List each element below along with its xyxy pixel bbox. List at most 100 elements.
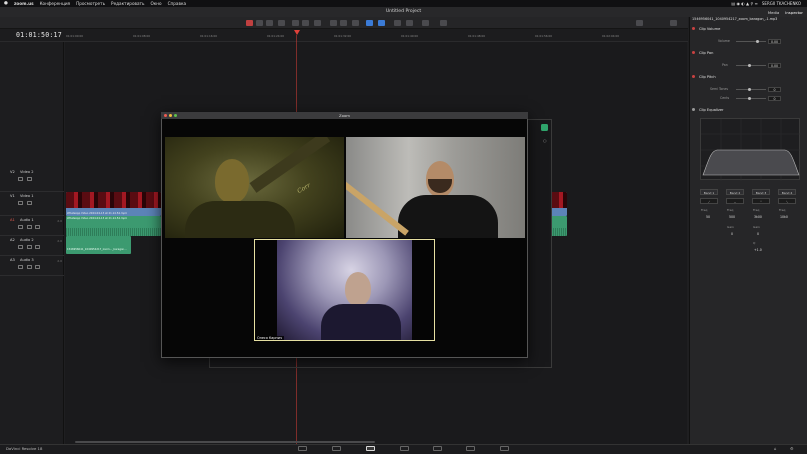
color-page-icon[interactable] [433, 446, 442, 451]
band-3-freq[interactable]: 3k00 [754, 215, 762, 219]
chat-icon[interactable] [541, 124, 548, 131]
menu-help[interactable]: Справка [168, 1, 186, 6]
eq-curve-graph[interactable] [700, 118, 801, 181]
playhead-marker[interactable] [294, 30, 300, 35]
minimize-button[interactable] [169, 114, 172, 117]
zoom-window-title[interactable]: Zoom [161, 112, 528, 119]
inspector-tab[interactable]: Inspector [785, 10, 803, 15]
monitor-icon[interactable] [27, 177, 32, 181]
band-2-gain[interactable]: 0 [731, 232, 733, 236]
audio-meter-icon[interactable] [670, 20, 677, 26]
close-button[interactable] [164, 114, 167, 117]
volume-value[interactable]: 0.00 [768, 39, 781, 44]
replace-clip-icon[interactable] [314, 20, 321, 26]
eq-band-3-button[interactable]: Band 3 [752, 189, 770, 195]
video-tile-participant-1[interactable]: Corr [165, 137, 344, 238]
band-1-freq[interactable]: 50 [706, 215, 710, 219]
timeline-scrollbar[interactable] [75, 441, 375, 443]
mute-icon[interactable] [35, 265, 40, 269]
slider-knob[interactable] [756, 40, 759, 43]
solo-icon[interactable] [27, 245, 32, 249]
semitones-slider[interactable] [736, 88, 766, 91]
video-tile-active-speaker[interactable] [254, 239, 435, 341]
track-header-v2[interactable]: V2 Video 2 [0, 168, 64, 192]
eq-band-2-type[interactable]: ⌄ [726, 198, 744, 204]
enable-dot-icon[interactable] [692, 75, 695, 78]
pan-value[interactable]: 0.00 [768, 63, 781, 68]
link-icon[interactable] [340, 20, 347, 26]
cut-page-icon[interactable] [332, 446, 341, 451]
zoom-full-icon[interactable] [394, 20, 401, 26]
eq-band-1-type[interactable]: ⟋ [700, 198, 718, 204]
deliver-page-icon[interactable] [500, 446, 509, 451]
mute-icon[interactable] [35, 225, 40, 229]
lock-icon[interactable] [18, 265, 23, 269]
volume-slider[interactable] [736, 40, 766, 43]
menu-app-name[interactable]: zoom.us [14, 1, 34, 6]
slider-knob[interactable] [748, 97, 751, 100]
band-2-freq[interactable]: 500 [729, 215, 735, 219]
blade-tool-icon[interactable] [278, 20, 285, 26]
menubar-user[interactable]: SERGII TKACHENKO [762, 1, 801, 6]
enable-dot-icon[interactable] [692, 51, 695, 54]
slider-knob[interactable] [748, 64, 751, 67]
marker-icon[interactable] [378, 20, 385, 26]
lock-icon[interactable] [18, 225, 23, 229]
select-tool-icon[interactable] [246, 20, 253, 26]
zoom-detail-icon[interactable] [406, 20, 413, 26]
apple-icon[interactable]: ● [4, 1, 8, 6]
audio-clip-a2[interactable]: 1546956041_1040954217_zoom..._baragon... [66, 236, 131, 254]
zoom-custom-icon[interactable] [422, 20, 429, 26]
menu-view[interactable]: Просмотреть [76, 1, 105, 6]
menu-edit[interactable]: Редактировать [111, 1, 144, 6]
insert-clip-icon[interactable] [292, 20, 299, 26]
home-icon[interactable]: ⌂ [774, 446, 777, 451]
lock-icon[interactable] [18, 177, 23, 181]
monitor-icon[interactable] [27, 201, 32, 205]
band-4-freq[interactable]: 10k0 [780, 215, 788, 219]
cents-value[interactable]: 0 [768, 96, 781, 101]
position-lock-icon[interactable] [352, 20, 359, 26]
enable-dot-icon[interactable] [692, 27, 695, 30]
audio-level-icon[interactable] [440, 20, 447, 26]
track-header-a2[interactable]: A2 Audio 2 2.0 [0, 236, 64, 256]
edit-page-icon[interactable] [366, 446, 375, 451]
solo-icon[interactable] [27, 265, 32, 269]
track-header-v1[interactable]: V1 Video 1 [0, 192, 64, 216]
solo-icon[interactable] [27, 225, 32, 229]
cents-slider[interactable] [736, 97, 766, 100]
trim-tool-icon[interactable] [256, 20, 263, 26]
eq-band-4-button[interactable]: Band 4 [778, 189, 796, 195]
fairlight-page-icon[interactable] [466, 446, 475, 451]
clip-eq-section[interactable]: Clip Equalizer [692, 108, 802, 112]
maximize-button[interactable] [174, 114, 177, 117]
eq-band-2-button[interactable]: Band 2 [726, 189, 744, 195]
audio-clip-a1-end[interactable] [551, 216, 567, 236]
dynamic-trim-icon[interactable] [266, 20, 273, 26]
enable-dot-icon[interactable] [692, 108, 695, 111]
audio-clip-a1[interactable]: WhatsApp Video 2024-04-13 at 21.14.54.mp… [66, 216, 161, 236]
clip-pitch-section[interactable]: Clip Pitch [692, 75, 802, 79]
eq-band-1-button[interactable]: Band 1 [700, 189, 718, 195]
flag-icon[interactable] [366, 20, 373, 26]
menu-window[interactable]: Окно [150, 1, 161, 6]
snapping-icon[interactable] [330, 20, 337, 26]
media-tab[interactable]: Media [768, 10, 779, 15]
timecode-display[interactable]: 01:01:50:17 [16, 31, 62, 39]
track-header-a1[interactable]: A1 Audio 1 2.0 [0, 216, 64, 236]
pan-slider[interactable] [736, 64, 766, 67]
track-header-a3[interactable]: A3 Audio 3 2.0 [0, 256, 64, 276]
mute-icon[interactable] [35, 245, 40, 249]
slider-knob[interactable] [748, 88, 751, 91]
overwrite-clip-icon[interactable] [302, 20, 309, 26]
band-3-gain[interactable]: 0 [757, 232, 759, 236]
fusion-page-icon[interactable] [400, 446, 409, 451]
video-clip-v1-end[interactable] [551, 192, 567, 216]
volume-icon[interactable] [636, 20, 643, 26]
info-icon[interactable]: ○ [543, 138, 547, 143]
clip-pan-section[interactable]: Clip Pan [692, 51, 802, 55]
eq-band-3-type[interactable]: ⌃ [752, 198, 770, 204]
video-clip-v1[interactable]: WhatsApp Video 2024-04-13 at 21.14.54.mp… [66, 192, 161, 216]
lock-icon[interactable] [18, 201, 23, 205]
menu-conference[interactable]: Конференция [40, 1, 71, 6]
